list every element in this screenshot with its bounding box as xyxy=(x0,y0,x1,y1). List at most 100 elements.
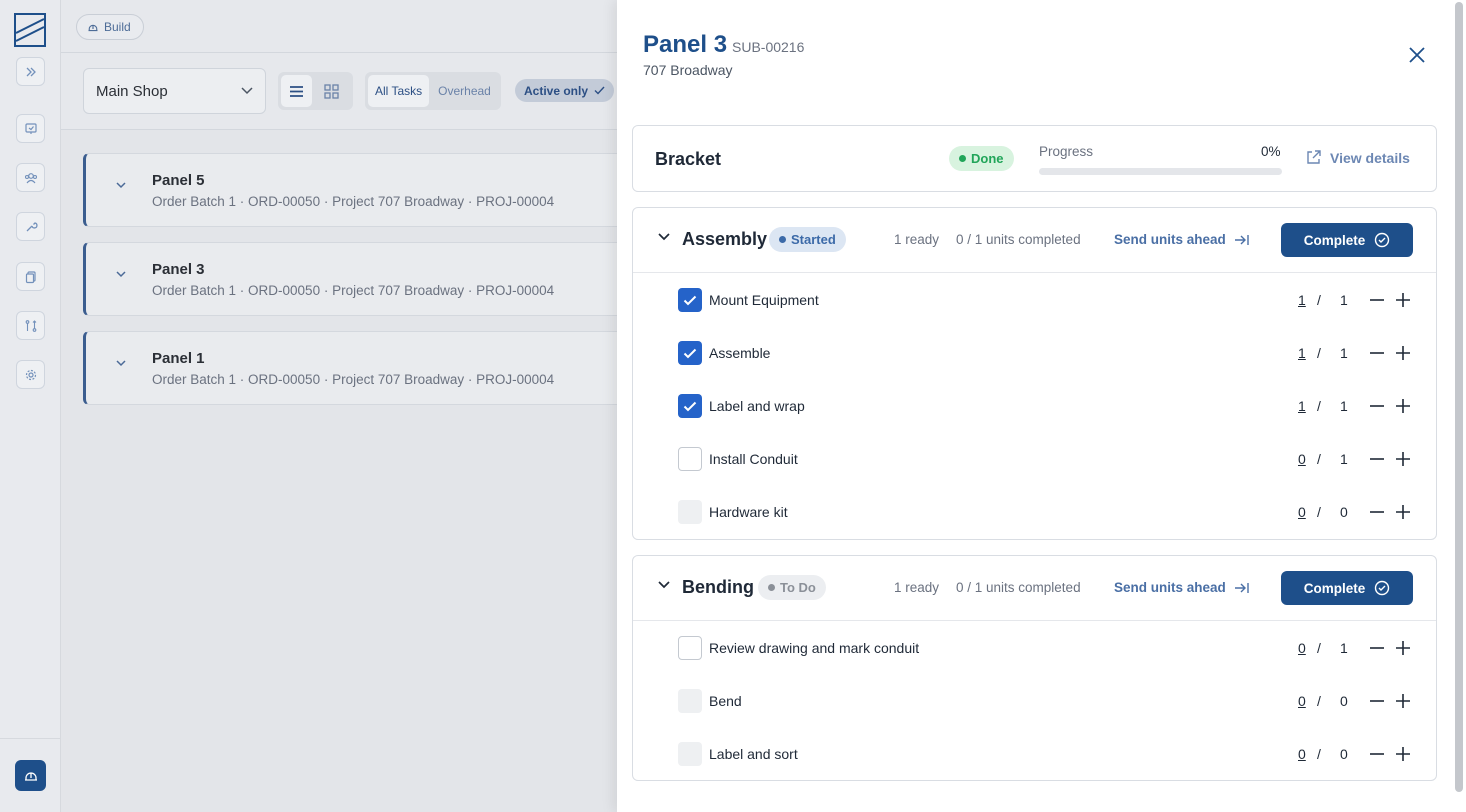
section-bending: Bending To Do 1 ready 0 / 1 units comple… xyxy=(632,555,1437,781)
section-assembly: Assembly Started 1 ready 0 / 1 units com… xyxy=(632,207,1437,540)
task-label: Install Conduit xyxy=(709,451,798,467)
section-header: Bending To Do 1 ready 0 / 1 units comple… xyxy=(633,556,1436,621)
check-icon xyxy=(683,401,697,411)
task-row: Hardware kit 0 / 0 xyxy=(633,485,1436,538)
minus-icon[interactable] xyxy=(1368,692,1386,710)
units-done-input[interactable]: 1 xyxy=(1298,398,1306,414)
plus-icon[interactable] xyxy=(1394,745,1412,763)
view-details-link[interactable]: View details xyxy=(1305,149,1410,166)
chevron-down-icon[interactable] xyxy=(658,233,670,241)
units-done-input[interactable]: 1 xyxy=(1298,292,1306,308)
shop-select[interactable]: Main Shop xyxy=(83,68,266,114)
panel-card[interactable]: Panel 1 Order Batch 1 · ORD-00050 · Proj… xyxy=(83,331,617,405)
units-done-input[interactable]: 0 xyxy=(1298,504,1306,520)
plus-icon[interactable] xyxy=(1394,692,1412,710)
overhead-tab[interactable]: Overhead xyxy=(431,75,498,107)
panel-name: Panel 1 xyxy=(152,350,205,367)
minus-icon[interactable] xyxy=(1368,639,1386,657)
build-nav-button[interactable] xyxy=(15,760,46,791)
check-icon xyxy=(683,348,697,358)
task-list: Mount Equipment 1/1 Assemble 1/1 Label and w… xyxy=(633,273,1436,538)
task-checkbox[interactable] xyxy=(678,341,702,365)
chevron-down-icon xyxy=(116,271,126,278)
task-row: Label and wrap 1 / 1 xyxy=(633,379,1436,432)
task-checkbox[interactable] xyxy=(678,447,702,471)
nav-tools-button[interactable] xyxy=(16,212,45,241)
task-checkbox xyxy=(678,689,702,713)
units-done-input[interactable]: 0 xyxy=(1298,640,1306,656)
left-rail xyxy=(0,0,61,812)
filter-toolbar: Main Shop All Tasks Overhead Active only xyxy=(61,53,617,130)
gear-icon xyxy=(25,369,36,380)
task-label: Label and wrap xyxy=(709,398,805,414)
units-done-input[interactable]: 0 xyxy=(1298,746,1306,762)
units-done-input[interactable]: 0 xyxy=(1298,451,1306,467)
complete-button[interactable]: Complete xyxy=(1281,223,1413,257)
panel-name: Panel 3 xyxy=(152,261,205,278)
status-dot xyxy=(768,584,775,591)
nav-routing-button[interactable] xyxy=(16,311,45,340)
chevron-down-icon[interactable] xyxy=(658,581,670,589)
minus-icon[interactable] xyxy=(1368,397,1386,415)
task-label: Review drawing and mark conduit xyxy=(709,640,920,656)
units-separator: / xyxy=(1317,398,1321,414)
units-completed: 0 / 1 units completed xyxy=(956,232,1081,247)
complete-label: Complete xyxy=(1303,232,1366,248)
close-drawer-button[interactable] xyxy=(1406,44,1428,66)
units-separator: / xyxy=(1317,693,1321,709)
bracket-card: Bracket Done Progress 0% View details xyxy=(632,125,1437,192)
panel-meta: Order Batch 1 · ORD-00050 · Project 707 … xyxy=(152,372,555,387)
minus-icon[interactable] xyxy=(1368,344,1386,362)
task-checkbox[interactable] xyxy=(678,288,702,312)
plus-icon[interactable] xyxy=(1394,397,1412,415)
minus-icon[interactable] xyxy=(1368,745,1386,763)
status-badge-label: To Do xyxy=(780,580,816,595)
grid-view-button[interactable] xyxy=(316,75,347,107)
task-checkbox[interactable] xyxy=(678,636,702,660)
send-units-ahead-button[interactable]: Send units ahead xyxy=(1114,232,1250,247)
send-units-ahead-button[interactable]: Send units ahead xyxy=(1114,580,1250,595)
top-bar: Build xyxy=(61,0,617,53)
units-done-input[interactable]: 0 xyxy=(1298,693,1306,709)
build-breadcrumb[interactable]: Build xyxy=(76,14,144,40)
view-toggle xyxy=(278,72,353,110)
minus-icon[interactable] xyxy=(1368,291,1386,309)
plus-icon[interactable] xyxy=(1394,639,1412,657)
units-done-input[interactable]: 1 xyxy=(1298,345,1306,361)
list-icon xyxy=(290,85,303,97)
ready-count: 1 ready xyxy=(894,232,940,247)
nav-settings-button[interactable] xyxy=(16,360,45,389)
hard-hat-icon xyxy=(24,771,37,781)
nav-team-button[interactable] xyxy=(16,163,45,192)
chevron-down-icon xyxy=(116,182,126,189)
drawer-scrollbar[interactable] xyxy=(1455,2,1463,792)
complete-label: Complete xyxy=(1303,580,1366,596)
minus-icon[interactable] xyxy=(1368,503,1386,521)
list-view-button[interactable] xyxy=(281,75,312,107)
nav-documents-button[interactable] xyxy=(16,262,45,291)
panel-card[interactable]: Panel 5 Order Batch 1 · ORD-00050 · Proj… xyxy=(83,153,617,227)
panel-card[interactable]: Panel 3 Order Batch 1 · ORD-00050 · Proj… xyxy=(83,242,617,316)
active-only-filter[interactable]: Active only xyxy=(515,79,615,102)
units-total: 1 xyxy=(1340,345,1348,361)
task-checkbox[interactable] xyxy=(678,394,702,418)
view-details-label: View details xyxy=(1330,149,1410,166)
complete-button[interactable]: Complete xyxy=(1281,571,1413,605)
expand-sidebar-button[interactable] xyxy=(16,57,45,86)
units-separator: / xyxy=(1317,451,1321,467)
units-total: 0 xyxy=(1340,504,1348,520)
progress-value: 0% xyxy=(1261,144,1281,159)
build-page: Build Main Shop All Tasks Overhead Activ… xyxy=(61,0,617,812)
minus-icon[interactable] xyxy=(1368,450,1386,468)
plus-icon[interactable] xyxy=(1394,503,1412,521)
task-checkbox xyxy=(678,500,702,524)
board-icon xyxy=(24,122,37,134)
plus-icon[interactable] xyxy=(1394,450,1412,468)
nav-board-button[interactable] xyxy=(16,114,45,143)
units-separator: / xyxy=(1317,640,1321,656)
plus-icon[interactable] xyxy=(1394,344,1412,362)
plus-icon[interactable] xyxy=(1394,291,1412,309)
all-tasks-tab[interactable]: All Tasks xyxy=(368,75,430,107)
task-row: Assemble 1 / 1 xyxy=(633,326,1436,379)
ready-count: 1 ready xyxy=(894,580,940,595)
